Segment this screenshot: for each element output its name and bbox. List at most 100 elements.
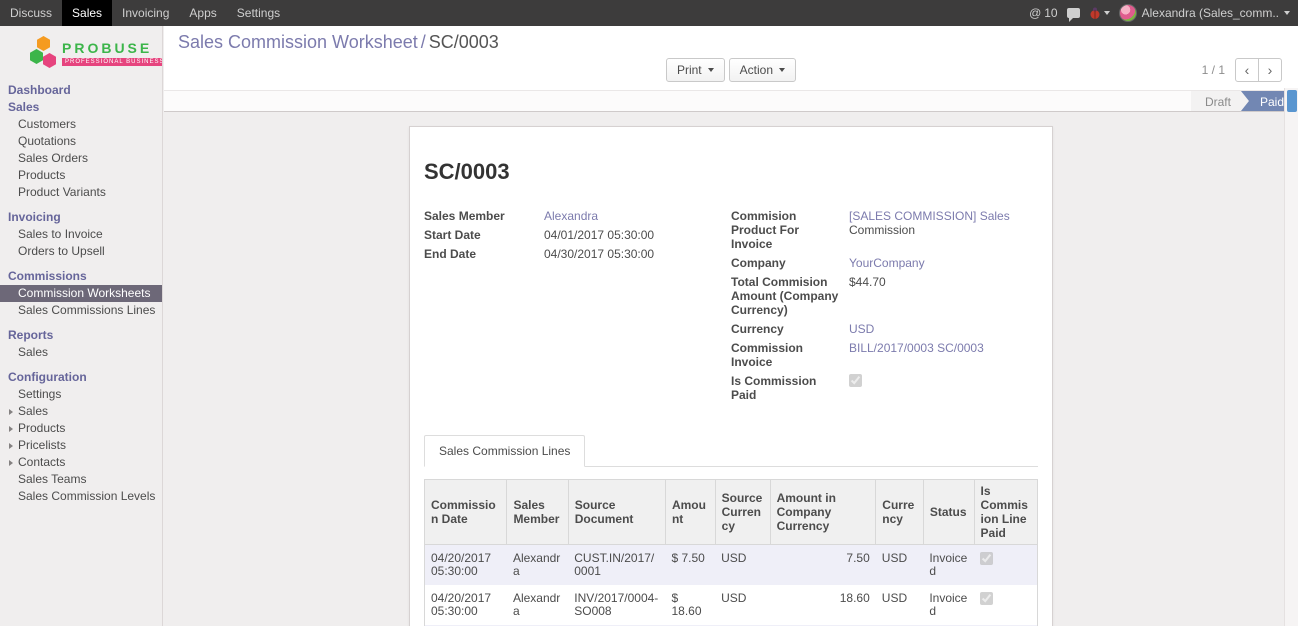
debug-menu[interactable] bbox=[1089, 7, 1110, 19]
table-row[interactable]: 04/20/2017 05:30:00 Alexandra INV/2017/0… bbox=[425, 585, 1038, 625]
scrollbar[interactable] bbox=[1284, 88, 1298, 626]
field-value-commission-invoice[interactable]: BILL/2017/0003 SC/0003 bbox=[849, 341, 984, 355]
statusbar: Draft Paid bbox=[164, 90, 1298, 112]
sidebar-item-config-sales[interactable]: Sales bbox=[0, 403, 162, 420]
mentions-count: 10 bbox=[1044, 6, 1057, 20]
sidebar-item-products[interactable]: Products bbox=[0, 167, 162, 184]
sidebar-item-commission-worksheets[interactable]: Commission Worksheets bbox=[0, 285, 162, 302]
cell-commission-date: 04/20/2017 05:30:00 bbox=[425, 545, 507, 586]
sidebar-section-configuration[interactable]: Configuration bbox=[0, 369, 162, 386]
caret-down-icon bbox=[1284, 11, 1290, 15]
field-value-total-commission: $44.70 bbox=[849, 275, 1038, 317]
menu-discuss[interactable]: Discuss bbox=[0, 0, 62, 26]
cell-source-document: CUST.IN/2017/0001 bbox=[568, 545, 665, 586]
hexagon-orange-icon bbox=[37, 36, 50, 51]
field-value-end-date: 04/30/2017 05:30:00 bbox=[544, 247, 715, 261]
menu-apps[interactable]: Apps bbox=[179, 0, 226, 26]
cell-source-currency: USD bbox=[715, 545, 770, 586]
breadcrumb-separator: / bbox=[421, 32, 426, 52]
menu-settings[interactable]: Settings bbox=[227, 0, 290, 26]
caret-right-icon bbox=[9, 426, 13, 432]
messages-icon[interactable] bbox=[1067, 8, 1080, 18]
topbar-menu: Discuss Sales Invoicing Apps Settings bbox=[0, 0, 290, 26]
sidebar-item-customers[interactable]: Customers bbox=[0, 116, 162, 133]
probuse-logo: PROBUSE PROFESSIONAL BUSINESS bbox=[0, 26, 162, 82]
sidebar-item-sales-teams[interactable]: Sales Teams bbox=[0, 471, 162, 488]
field-label-company: Company bbox=[731, 256, 849, 270]
pager-next-button[interactable]: › bbox=[1258, 58, 1282, 82]
cell-sales-member: Alexandra bbox=[507, 585, 568, 625]
field-label-currency: Currency bbox=[731, 322, 849, 336]
sidebar-section-commissions[interactable]: Commissions bbox=[0, 268, 162, 285]
field-value-sales-member[interactable]: Alexandra bbox=[544, 209, 598, 223]
sidebar-item-sales-to-invoice[interactable]: Sales to Invoice bbox=[0, 226, 162, 243]
print-button[interactable]: Print bbox=[666, 58, 725, 82]
menu-invoicing[interactable]: Invoicing bbox=[112, 0, 179, 26]
hexagon-green-icon bbox=[30, 49, 43, 64]
field-value-start-date: 04/01/2017 05:30:00 bbox=[544, 228, 715, 242]
sidebar-item-sales-commissions-lines[interactable]: Sales Commissions Lines bbox=[0, 302, 162, 319]
sidebar-nav: Dashboard Sales Customers Quotations Sal… bbox=[0, 82, 162, 505]
field-label-commission-product: Commision Product For Invoice bbox=[731, 209, 849, 251]
sidebar-section-invoicing[interactable]: Invoicing bbox=[0, 209, 162, 226]
cell-sales-member: Alexandra bbox=[507, 545, 568, 586]
hexagon-pink-icon bbox=[43, 53, 56, 68]
commission-product-link[interactable]: [SALES COMMISSION] Sales bbox=[849, 209, 1010, 223]
caret-down-icon bbox=[1104, 11, 1110, 15]
cell-source-document: INV/2017/0004-SO008 bbox=[568, 585, 665, 625]
cell-line-paid bbox=[974, 545, 1037, 586]
col-commission-date: Commission Date bbox=[425, 480, 507, 545]
field-groups: Sales Member Alexandra Start Date 04/01/… bbox=[424, 209, 1038, 407]
field-label-start-date: Start Date bbox=[424, 228, 544, 242]
logo-hexagons bbox=[30, 36, 57, 70]
tab-sales-commission-lines[interactable]: Sales Commission Lines bbox=[424, 435, 585, 467]
caret-right-icon bbox=[9, 460, 13, 466]
bug-icon bbox=[1089, 7, 1101, 19]
cell-amount: $ 18.60 bbox=[665, 585, 715, 625]
mentions-button[interactable]: @ 10 bbox=[1029, 6, 1058, 20]
sidebar-item-dashboard[interactable]: Dashboard bbox=[0, 82, 162, 99]
sidebar-item-config-contacts[interactable]: Contacts bbox=[0, 454, 162, 471]
control-panel: Sales Commission Worksheet/SC/0003 Print… bbox=[164, 26, 1298, 90]
table-row[interactable]: 04/20/2017 05:30:00 Alexandra CUST.IN/20… bbox=[425, 545, 1038, 586]
menu-sales[interactable]: Sales bbox=[62, 0, 112, 26]
sidebar-item-sales-orders[interactable]: Sales Orders bbox=[0, 150, 162, 167]
sidebar-item-orders-to-upsell[interactable]: Orders to Upsell bbox=[0, 243, 162, 260]
col-amount-company-currency: Amount in Company Currency bbox=[770, 480, 876, 545]
main-area: Sales Commission Worksheet/SC/0003 Print… bbox=[164, 26, 1298, 626]
sidebar-section-sales[interactable]: Sales bbox=[0, 99, 162, 116]
action-button[interactable]: Action bbox=[729, 58, 796, 82]
sidebar-item-reports-sales[interactable]: Sales bbox=[0, 344, 162, 361]
status-draft[interactable]: Draft bbox=[1191, 91, 1249, 111]
caret-right-icon bbox=[9, 409, 13, 415]
field-value-company[interactable]: YourCompany bbox=[849, 256, 925, 270]
sidebar-item-config-products[interactable]: Products bbox=[0, 420, 162, 437]
field-label-commission-invoice: Commission Invoice bbox=[731, 341, 849, 369]
sidebar-item-config-pricelists[interactable]: Pricelists bbox=[0, 437, 162, 454]
pager-previous-button[interactable]: ‹ bbox=[1235, 58, 1259, 82]
form-sheet: SC/0003 Sales Member Alexandra Start Dat… bbox=[409, 126, 1053, 626]
field-label-sales-member: Sales Member bbox=[424, 209, 544, 223]
line-paid-checkbox bbox=[980, 552, 993, 565]
sidebar-item-settings[interactable]: Settings bbox=[0, 386, 162, 403]
sidebar-item-sales-commission-levels[interactable]: Sales Commission Levels bbox=[0, 488, 162, 505]
user-menu[interactable]: Alexandra (Sales_comm.. bbox=[1119, 4, 1290, 22]
action-buttons: Print Action bbox=[178, 57, 1284, 82]
cell-source-currency: USD bbox=[715, 585, 770, 625]
table-header-row: Commission Date Sales Member Source Docu… bbox=[425, 480, 1038, 545]
sidebar-item-product-variants[interactable]: Product Variants bbox=[0, 184, 162, 201]
cell-commission-date: 04/20/2017 05:30:00 bbox=[425, 585, 507, 625]
pager: 1 / 1 ‹ › bbox=[1202, 58, 1282, 82]
user-name: Alexandra (Sales_comm.. bbox=[1142, 6, 1279, 20]
sidebar-item-quotations[interactable]: Quotations bbox=[0, 133, 162, 150]
breadcrumb-parent[interactable]: Sales Commission Worksheet bbox=[178, 32, 418, 52]
pager-value: 1 / 1 bbox=[1202, 63, 1225, 77]
field-group-right: Commision Product For Invoice [SALES COM… bbox=[731, 209, 1038, 407]
line-paid-checkbox bbox=[980, 592, 993, 605]
cell-line-paid bbox=[974, 585, 1037, 625]
scrollbar-thumb[interactable] bbox=[1287, 90, 1297, 112]
cell-company-amount: 7.50 bbox=[770, 545, 876, 586]
field-value-currency[interactable]: USD bbox=[849, 322, 874, 336]
sidebar-section-reports[interactable]: Reports bbox=[0, 327, 162, 344]
col-amount: Amount bbox=[665, 480, 715, 545]
